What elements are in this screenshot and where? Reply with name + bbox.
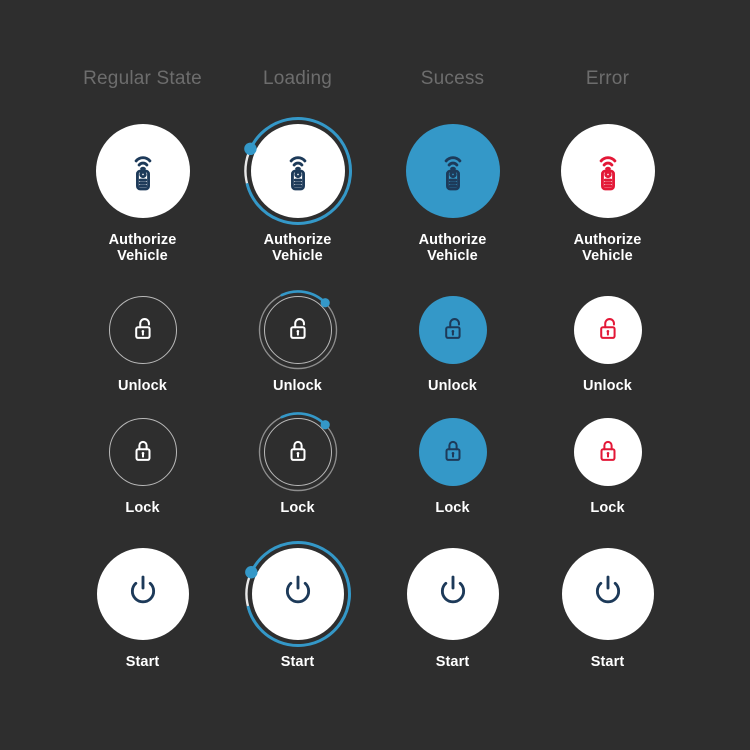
padlock-closed-icon <box>135 440 150 461</box>
power-icon <box>440 575 465 604</box>
authorize-vehicle-button-regular[interactable] <box>95 124 190 218</box>
key-fob-signal-icon <box>444 156 461 191</box>
button-cell-lock-regular: Lock <box>65 418 220 516</box>
button-cell-authorize-vehicle-regular: Authorize Vehicle <box>65 124 220 264</box>
start-button-regular[interactable] <box>96 548 189 640</box>
power-icon <box>130 575 155 604</box>
button-label-unlock-error: Unlock <box>583 378 632 394</box>
button-label-lock-error: Lock <box>590 500 625 516</box>
authorize-vehicle-button-loading[interactable] <box>243 117 352 225</box>
button-cell-unlock-regular: Unlock <box>65 296 220 394</box>
progress-indicator-dot <box>320 420 330 430</box>
key-fob-signal-icon <box>289 156 306 191</box>
power-icon <box>595 575 620 604</box>
button-label-authorize-vehicle-error: Authorize Vehicle <box>573 232 642 264</box>
lock-button-error[interactable] <box>573 418 642 486</box>
button-label-unlock-success: Unlock <box>428 378 477 394</box>
button-label-start-error: Start <box>590 654 625 670</box>
unlock-button-regular[interactable] <box>108 296 177 364</box>
column-header-row: Regular State Loading Sucess Error <box>0 66 750 91</box>
button-cell-authorize-vehicle-loading: Authorize Vehicle <box>220 117 375 264</box>
lock-button-success[interactable] <box>418 418 487 486</box>
button-label-start-loading: Start <box>280 654 315 670</box>
button-label-authorize-vehicle-loading: Authorize Vehicle <box>263 232 332 264</box>
button-cell-unlock-error: Unlock <box>530 296 685 394</box>
padlock-closed-icon <box>445 440 460 461</box>
button-cell-start-success: Start <box>375 548 530 670</box>
padlock-open-icon <box>289 318 306 339</box>
button-row-start: Start Start Start Start <box>0 541 750 670</box>
start-button-loading[interactable] <box>244 541 351 647</box>
button-state-matrix: Regular State Loading Sucess Error Autho… <box>0 0 750 750</box>
start-button-error[interactable] <box>561 548 654 640</box>
column-header-regular-state: Regular State <box>83 68 202 89</box>
start-button-success[interactable] <box>406 548 499 640</box>
column-header-success: Sucess <box>420 68 485 89</box>
button-cell-lock-success: Lock <box>375 418 530 516</box>
padlock-open-icon <box>444 318 461 339</box>
button-cell-start-regular: Start <box>65 548 220 670</box>
button-row-authorize-vehicle: Authorize Vehicle Authorize Vehicle Author… <box>0 117 750 264</box>
button-label-lock-loading: Lock <box>280 500 315 516</box>
padlock-open-icon <box>599 318 616 339</box>
key-fob-signal-icon <box>599 156 616 191</box>
button-label-authorize-vehicle-success: Authorize Vehicle <box>418 232 487 264</box>
button-cell-lock-error: Lock <box>530 418 685 516</box>
unlock-button-loading[interactable] <box>258 290 337 370</box>
authorize-vehicle-button-success[interactable] <box>405 124 500 218</box>
lock-button-loading[interactable] <box>258 412 337 492</box>
button-label-unlock-regular: Unlock <box>118 378 167 394</box>
column-header-error: Error <box>585 68 630 89</box>
lock-button-regular[interactable] <box>108 418 177 486</box>
button-cell-authorize-vehicle-success: Authorize Vehicle <box>375 124 530 264</box>
button-cell-unlock-loading: Unlock <box>220 290 375 394</box>
button-cell-start-loading: Start <box>220 541 375 670</box>
unlock-button-success[interactable] <box>418 296 487 364</box>
unlock-button-error[interactable] <box>573 296 642 364</box>
button-row-unlock: Unlock Unlock Unlock Unlock <box>0 290 750 394</box>
button-label-lock-success: Lock <box>435 500 470 516</box>
button-cell-lock-loading: Lock <box>220 412 375 516</box>
padlock-closed-icon <box>600 440 615 461</box>
button-row-lock: Lock Lock Lock Lock <box>0 412 750 516</box>
power-icon <box>285 575 310 604</box>
padlock-open-icon <box>134 318 151 339</box>
authorize-vehicle-button-error[interactable] <box>560 124 655 218</box>
progress-indicator-dot <box>243 142 257 156</box>
button-label-authorize-vehicle-regular: Authorize Vehicle <box>108 232 177 264</box>
button-label-lock-regular: Lock <box>125 500 160 516</box>
button-cell-start-error: Start <box>530 548 685 670</box>
button-label-start-success: Start <box>435 654 470 670</box>
button-label-start-regular: Start <box>125 654 160 670</box>
button-cell-authorize-vehicle-error: Authorize Vehicle <box>530 124 685 264</box>
key-fob-signal-icon <box>134 156 151 191</box>
button-label-unlock-loading: Unlock <box>273 378 322 394</box>
button-cell-unlock-success: Unlock <box>375 296 530 394</box>
progress-indicator-dot <box>320 298 330 308</box>
padlock-closed-icon <box>290 440 305 461</box>
progress-indicator-dot <box>244 566 258 579</box>
column-header-loading: Loading <box>262 68 333 89</box>
